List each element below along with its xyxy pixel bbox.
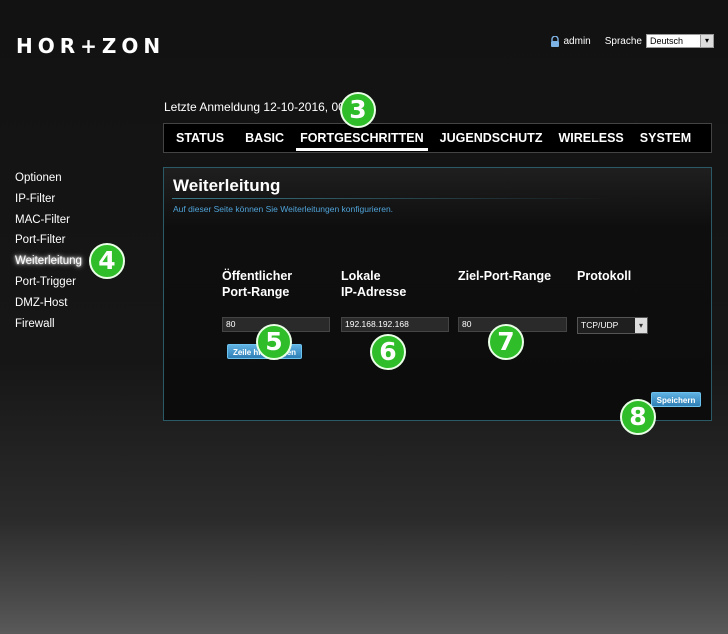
- local-ip-input[interactable]: 192.168.192.168: [341, 317, 449, 332]
- tab-jugendschutz[interactable]: JUGENDSCHUTZ: [432, 123, 551, 153]
- step-badge-4: 4: [89, 243, 125, 279]
- last-login-text: Letzte Anmeldung 12-10-2016, 00:2: [164, 100, 355, 114]
- horizon-logo: HOR+ZON: [16, 34, 166, 58]
- username[interactable]: admin: [564, 36, 591, 47]
- title-divider: [172, 198, 612, 199]
- col-public-line2: Port-Range: [222, 285, 290, 299]
- sidebar-item-dmz-host[interactable]: DMZ-Host: [15, 293, 82, 314]
- col-local-line1: Lokale: [341, 269, 381, 283]
- sidebar-item-port-trigger[interactable]: Port-Trigger: [15, 272, 82, 293]
- step-badge-5: 5: [256, 324, 292, 360]
- sidebar-item-firewall[interactable]: Firewall: [15, 314, 82, 335]
- tab-wireless[interactable]: WIRELESS: [550, 123, 631, 153]
- sidebar-item-ip-filter[interactable]: IP-Filter: [15, 189, 82, 210]
- tab-status[interactable]: STATUS: [168, 123, 232, 153]
- col-public-port-range: Öffentlicher Port-Range: [222, 268, 292, 300]
- tab-system[interactable]: SYSTEM: [632, 123, 699, 153]
- col-local-line2: IP-Adresse: [341, 285, 407, 299]
- sidebar-item-optionen[interactable]: Optionen: [15, 168, 82, 189]
- language-label: Sprache: [604, 35, 642, 47]
- col-public-line1: Öffentlicher: [222, 269, 293, 283]
- forwarding-panel: Weiterleitung Auf dieser Seite können Si…: [163, 167, 712, 421]
- step-badge-8: 8: [620, 399, 656, 435]
- step-badge-7: 7: [488, 324, 524, 360]
- main-tab-bar: STATUS BASIC FORTGESCHRITTEN JUGENDSCHUT…: [163, 123, 712, 153]
- sidebar-item-mac-filter[interactable]: MAC-Filter: [15, 210, 82, 231]
- col-protocol: Protokoll: [577, 269, 632, 283]
- protocol-select[interactable]: TCP/UDP ▾: [577, 317, 648, 334]
- lock-icon: [550, 35, 559, 47]
- language-select[interactable]: Deutsch ▾: [646, 34, 714, 48]
- col-local-ip: Lokale IP-Adresse: [341, 268, 406, 300]
- tab-basic[interactable]: BASIC: [237, 123, 292, 153]
- panel-title: Weiterleitung: [173, 176, 281, 195]
- panel-description: Auf dieser Seite können Sie Weiterleitun…: [173, 204, 394, 214]
- save-button[interactable]: Speichern: [651, 392, 701, 407]
- header-user-area: admin Sprache Deutsch ▾: [550, 34, 714, 48]
- protocol-value: TCP/UDP: [581, 320, 619, 330]
- sidebar-item-port-filter[interactable]: Port-Filter: [15, 230, 82, 251]
- chevron-down-icon[interactable]: ▾: [700, 35, 713, 47]
- step-badge-3: 3: [340, 92, 376, 128]
- sidebar: Optionen IP-Filter MAC-Filter Port-Filte…: [15, 168, 82, 334]
- language-value: Deutsch: [650, 36, 684, 46]
- step-badge-6: 6: [370, 334, 406, 370]
- sidebar-item-weiterleitung[interactable]: Weiterleitung: [15, 251, 82, 272]
- chevron-down-icon[interactable]: ▾: [635, 318, 647, 333]
- col-target-port-range: Ziel-Port-Range: [458, 269, 552, 283]
